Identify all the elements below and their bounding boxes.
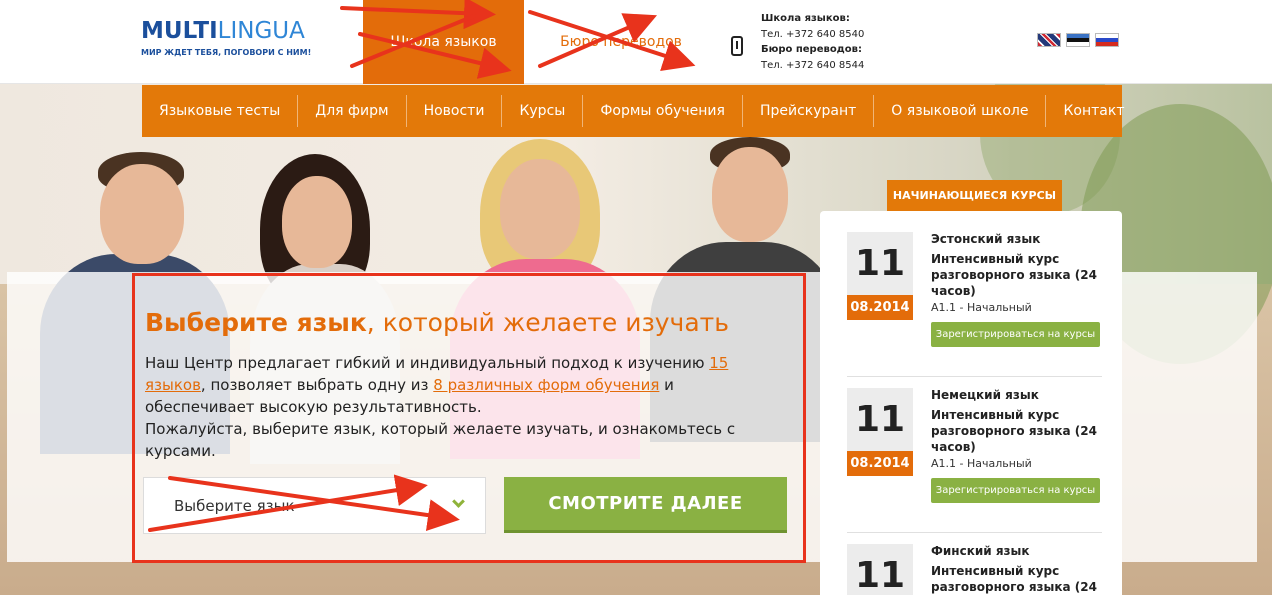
logo-name-lingua: LINGUA bbox=[217, 18, 305, 44]
course-language: Немецкий язык bbox=[931, 388, 1039, 402]
course-divider bbox=[847, 376, 1102, 377]
course-language: Эстонский язык bbox=[931, 232, 1041, 246]
person-head bbox=[100, 164, 184, 264]
language-promo-panel: Выберите язык, который желаете изучать Н… bbox=[132, 273, 806, 563]
site-header: MULTILINGUA МИР ЖДЕТ ТЕБЯ, ПОГОВОРИ С НИ… bbox=[0, 0, 1272, 84]
tab-translation-bureau[interactable]: Бюро переводов bbox=[532, 0, 710, 84]
estonian-flag-icon[interactable] bbox=[1066, 33, 1090, 47]
course-date-month: 08.2014 bbox=[847, 295, 913, 320]
bureau-phone: Тел. +372 640 8544 bbox=[761, 59, 865, 71]
bureau-contact-label: Бюро переводов: bbox=[761, 44, 862, 55]
nav-item-study-forms[interactable]: Формы обучения bbox=[583, 95, 743, 127]
nav-item-courses[interactable]: Курсы bbox=[502, 95, 584, 127]
course-level: A1.1 - Начальный bbox=[931, 457, 1032, 470]
course-date-day: 11 bbox=[847, 544, 913, 595]
logo-name: MULTILINGUA bbox=[141, 18, 321, 44]
chevron-down-icon bbox=[452, 495, 465, 508]
english-flag-icon[interactable] bbox=[1037, 33, 1061, 47]
nav-item-contact[interactable]: Контакт bbox=[1046, 95, 1141, 127]
logo-tagline: МИР ЖДЕТ ТЕБЯ, ПОГОВОРИ С НИМ! bbox=[141, 48, 312, 57]
course-date-month: 08.2014 bbox=[847, 451, 913, 476]
nav-item-for-companies[interactable]: Для фирм bbox=[298, 95, 407, 127]
language-flags bbox=[1037, 33, 1119, 47]
logo[interactable]: MULTILINGUA МИР ЖДЕТ ТЕБЯ, ПОГОВОРИ С НИ… bbox=[141, 18, 321, 57]
person-head bbox=[500, 159, 580, 259]
nav-item-price-list[interactable]: Прейскурант bbox=[743, 95, 875, 127]
nav-item-news[interactable]: Новости bbox=[407, 95, 503, 127]
nav-item-language-tests[interactable]: Языковые тесты bbox=[142, 95, 299, 127]
person-head bbox=[282, 176, 352, 268]
main-nav: Языковые тесты Для фирм Новости Курсы Фо… bbox=[142, 85, 1124, 137]
course-date-day: 11 bbox=[847, 388, 913, 451]
tab-school[interactable]: Школа языков bbox=[363, 0, 524, 84]
school-phone: Тел. +372 640 8540 bbox=[761, 28, 865, 40]
promo-text: Наш Центр предлагает гибкий и индивидуал… bbox=[145, 352, 785, 462]
course-name: Интенсивный курс разговорного языка (24 bbox=[931, 564, 1097, 594]
course-name: Интенсивный курс разговорного языка (24 … bbox=[931, 408, 1097, 454]
course-date-day: 11 bbox=[847, 232, 913, 295]
language-select[interactable]: Выберите язык bbox=[143, 477, 486, 534]
phone-icon bbox=[731, 36, 743, 56]
person-head bbox=[712, 147, 788, 242]
starting-courses-list: 11 08.2014 Эстонский язык Интенсивный ку… bbox=[820, 211, 1122, 595]
starting-courses-tab[interactable]: НАЧИНАЮЩИЕСЯ КУРСЫ bbox=[887, 180, 1062, 211]
logo-name-multi: MULTI bbox=[141, 18, 218, 44]
promo-text-part: Пожалуйста, выберите язык, который желае… bbox=[145, 420, 736, 460]
course-name: Интенсивный курс разговорного языка (24 … bbox=[931, 252, 1097, 298]
register-course-button[interactable]: Зарегистрироваться на курсы bbox=[931, 322, 1100, 347]
nav-item-about-school[interactable]: О языковой школе bbox=[874, 95, 1047, 127]
contacts-block: Школа языков: Тел. +372 640 8540 Бюро пе… bbox=[761, 11, 864, 73]
promo-text-part: , позволяет выбрать одну из bbox=[200, 376, 434, 394]
course-language: Финский язык bbox=[931, 544, 1030, 558]
course-level: A1.1 - Начальный bbox=[931, 301, 1032, 314]
promo-title: Выберите язык, который желаете изучать bbox=[145, 308, 729, 337]
language-select-value: Выберите язык bbox=[174, 496, 295, 515]
register-course-button[interactable]: Зарегистрироваться на курсы bbox=[931, 478, 1100, 503]
see-more-button[interactable]: СМОТРИТЕ ДАЛЕЕ bbox=[504, 477, 787, 533]
promo-title-rest: , который желаете изучать bbox=[366, 308, 729, 337]
school-contact-label: Школа языков: bbox=[761, 13, 850, 24]
course-divider bbox=[847, 532, 1102, 533]
study-forms-link[interactable]: 8 различных форм обучения bbox=[433, 376, 659, 394]
promo-title-bold: Выберите язык bbox=[145, 308, 367, 337]
russian-flag-icon[interactable] bbox=[1095, 33, 1119, 47]
promo-text-part: Наш Центр предлагает гибкий и индивидуал… bbox=[145, 354, 710, 372]
